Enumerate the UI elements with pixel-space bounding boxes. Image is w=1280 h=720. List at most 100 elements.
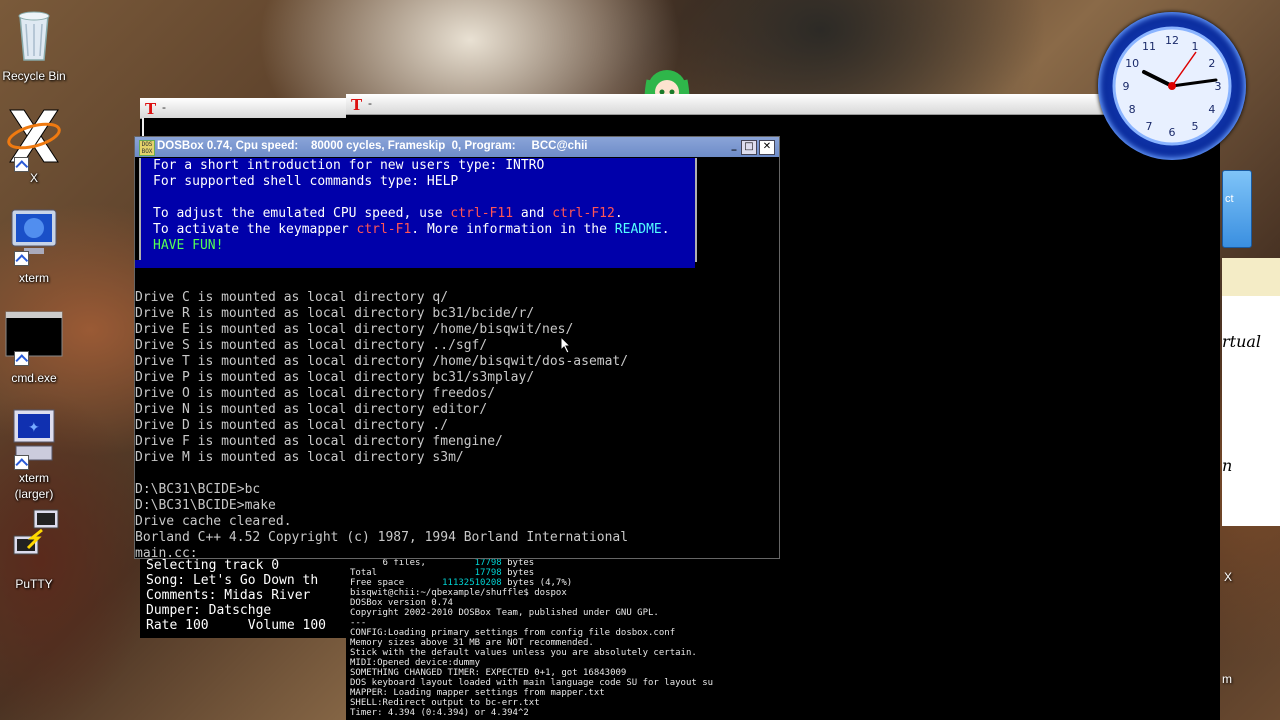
side-window-text: ct (1225, 193, 1234, 205)
clock-number: 8 (1129, 103, 1136, 116)
clock-gadget[interactable]: 12 1 2 3 4 5 6 7 8 9 10 11 (1098, 12, 1246, 160)
xterm-app-icon: T (351, 96, 363, 114)
welcome-line: To activate the keymapper ctrl-F1. More … (153, 222, 695, 238)
computer-icon: ✦ (10, 408, 58, 470)
dosbox-title: DOSBox 0.74, Cpu speed: 80000 cycles, Fr… (157, 140, 588, 152)
svg-text:✦: ✦ (28, 420, 40, 436)
desktop-icon-xterm[interactable]: xterm (0, 206, 74, 286)
terminal-line: --- (350, 618, 1220, 628)
doc-text-fragment: rtual (1222, 332, 1262, 351)
dos-output: Drive C is mounted as local directory q/… (135, 290, 628, 558)
welcome-text: . (614, 206, 623, 221)
desktop-icon-cmd[interactable]: cmd.exe (0, 310, 74, 386)
maximize-button[interactable]: □ (741, 140, 757, 155)
close-button[interactable]: ✕ (759, 140, 775, 155)
terminal-output[interactable]: 6 files, 17798 bytes Total 17798 bytes Fre… (350, 558, 1220, 720)
dos-output-line: Drive C is mounted as local directory q/ (135, 290, 449, 305)
hotkey-text: ctrl-F12 (552, 206, 615, 221)
dosbox-titlebar[interactable]: DOS BOX DOSBox 0.74, Cpu speed: 80000 cyc… (135, 137, 779, 157)
dos-output-line: Drive P is mounted as local directory bc… (135, 370, 535, 385)
terminal-text: SOMETHING CHANGED TIMER: EXPECTED 0+1, g… (350, 668, 627, 678)
side-icon-label: m (1222, 672, 1232, 686)
xterm-titlebar[interactable]: T - (140, 98, 350, 119)
clock-number: 12 (1165, 34, 1179, 47)
terminal-text: Memory sizes above 31 MB are NOT recomme… (350, 638, 594, 648)
terminal-line: bisqwit@chii:~/qbexample/shuffle$ dospox (350, 588, 1220, 598)
comments-line: Comments: Midas River (146, 588, 311, 603)
terminal-line: 6 files, 17798 bytes (350, 558, 1220, 568)
terminal-text: Free space (350, 578, 443, 588)
terminal-line: Timer: 4.394 (0:4.394) or 4.394^2 (350, 708, 1220, 718)
clock-number: 3 (1215, 80, 1222, 93)
dumper-line: Dumper: Datschge (146, 603, 272, 618)
desktop-icon-label: cmd.exe (11, 371, 57, 385)
desktop-icon-recycle-bin[interactable]: Recycle Bin (0, 6, 74, 84)
terminal-text: CONFIG:Loading primary settings from con… (350, 628, 676, 638)
welcome-text: For a short introduction for new users t… (153, 158, 545, 173)
terminal-line: Memory sizes above 31 MB are NOT recomme… (350, 638, 1220, 648)
have-fun-text: HAVE FUN! (153, 238, 224, 253)
clock-number: 10 (1125, 57, 1139, 70)
terminal-text: bytes (4,7%) (501, 578, 573, 588)
dosbox-app-icon: DOS BOX (139, 140, 155, 156)
terminal-line: DOS keyboard layout loaded with main lan… (350, 678, 1220, 688)
side-window-blue[interactable]: ct (1222, 170, 1252, 248)
shortcut-arrow-icon (14, 455, 29, 470)
terminal-text: Stick with the default values unless you… (350, 648, 697, 658)
track-line: Selecting track 0 (146, 558, 280, 573)
dos-output-line: D:\BC31\BCIDE>make (135, 498, 276, 513)
dos-output-line: Borland C++ 4.52 Copyright (c) 1987, 199… (135, 530, 629, 545)
terminal-text: MAPPER: Loading mapper settings from map… (350, 688, 605, 698)
terminal-line: Copyright 2002-2010 DOSBox Team, publish… (350, 608, 1220, 618)
dos-output-line: main.cc: (135, 546, 198, 558)
putty-icon (10, 508, 59, 564)
dosbox-window[interactable]: DOS BOX DOSBox 0.74, Cpu speed: 80000 cyc… (134, 136, 780, 559)
clock-number: 2 (1208, 57, 1215, 70)
terminal-line: MAPPER: Loading mapper settings from map… (350, 688, 1220, 698)
hotkey-text: ctrl-F11 (450, 206, 514, 221)
desktop-icon-xterm-larger[interactable]: ✦ xterm (larger) (0, 408, 74, 502)
desktop-icon-x[interactable]: X (0, 106, 74, 186)
terminal-number: 11132510208 (442, 578, 502, 588)
terminal-text: 6 files, (350, 558, 475, 568)
terminal-line: SOMETHING CHANGED TIMER: EXPECTED 0+1, g… (350, 668, 1220, 678)
console-icon (5, 310, 63, 366)
clock-number: 5 (1192, 120, 1199, 133)
shortcut-arrow-icon (14, 157, 29, 172)
clock-number: 4 (1208, 103, 1215, 116)
mouse-cursor-icon (560, 335, 572, 359)
desktop-icon-putty[interactable]: PuTTY (0, 508, 74, 592)
minimize-button[interactable]: _ (727, 140, 741, 153)
clock-number: 9 (1123, 80, 1130, 93)
welcome-text: and (513, 206, 553, 221)
terminal-text: DOS keyboard layout loaded with main lan… (350, 678, 714, 688)
dos-console[interactable]: For a short introduction for new users t… (135, 158, 779, 558)
banner-shadow (135, 260, 695, 268)
song-line: Song: Let's Go Down th (146, 573, 319, 588)
side-document-window[interactable]: rtual n (1222, 258, 1280, 526)
terminal-text: bisqwit@chii:~/qbexample/shuffle$ dospox (350, 588, 567, 598)
terminal-line: Stick with the default values unless you… (350, 648, 1220, 658)
desktop-icon-label: X (29, 171, 38, 185)
desktop-icon-label: PuTTY (15, 577, 53, 591)
terminal-line: SHELL:Redirect output to bc-err.txt (350, 698, 1220, 708)
welcome-text: . More information in the (411, 222, 615, 237)
terminal-text: Copyright 2002-2010 DOSBox Team, publish… (350, 608, 659, 618)
dos-output-line: Drive cache cleared. (135, 514, 292, 529)
music-player-panel[interactable]: Selecting track 0 Song: Let's Go Down th… (142, 558, 348, 636)
dos-output-line: Drive M is mounted as local directory s3… (135, 450, 464, 465)
terminal-text: --- (350, 618, 367, 628)
terminal-text: DOSBox version 0.74 (350, 598, 453, 608)
xterm-titlebar[interactable]: T - _ □ ✕ (346, 94, 1220, 115)
document-page: rtual n (1222, 296, 1280, 526)
hotkey-text: ctrl-F1 (356, 222, 412, 237)
dos-output-line: Drive F is mounted as local directory fm… (135, 434, 503, 449)
side-icon-label: X (1224, 570, 1233, 584)
readme-link: README (614, 222, 662, 237)
xterm-app-icon: T (145, 100, 157, 118)
dos-output-line: D:\BC31\BCIDE>bc (135, 482, 261, 497)
doc-text-fragment: n (1222, 456, 1233, 475)
dos-output-line: Drive S is mounted as local directory ..… (135, 338, 488, 353)
terminal-line: MIDI:Opened device:dummy (350, 658, 1220, 668)
xterm-title: - (368, 96, 372, 110)
